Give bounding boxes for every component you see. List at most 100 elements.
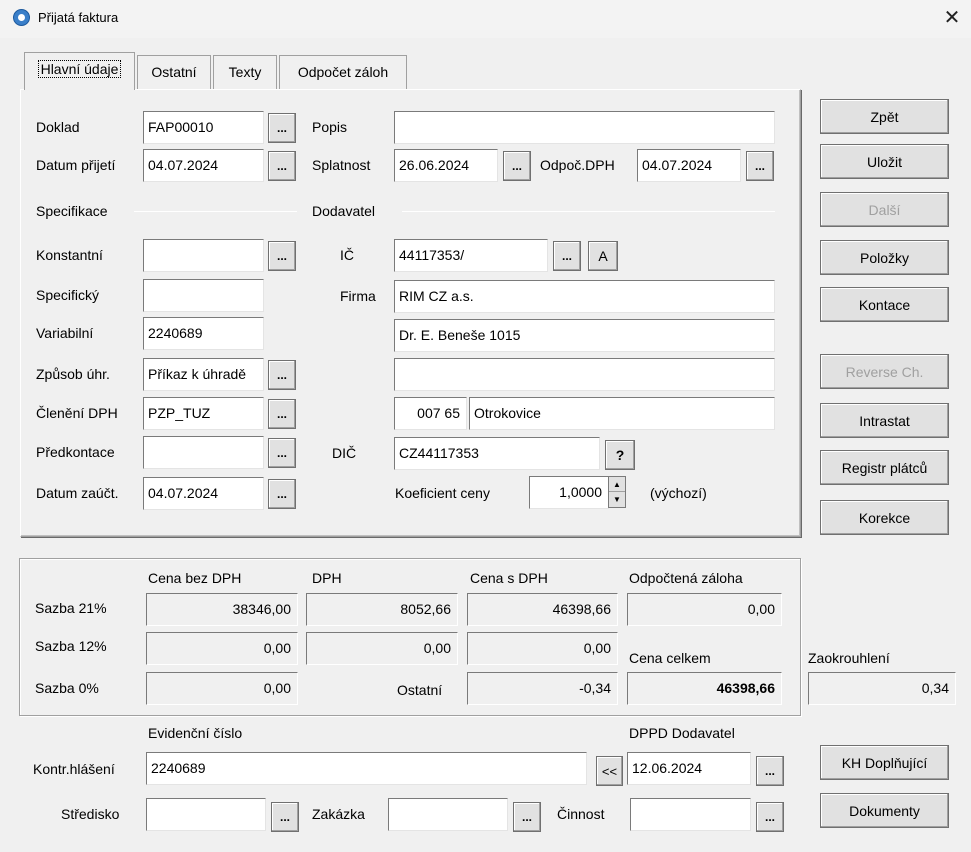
koeficient-spinner[interactable]: ▲ ▼ [608,476,626,508]
predkontace-button[interactable]: ... [268,438,296,468]
datum-prijeti-input[interactable]: 04.07.2024 [143,149,264,182]
dppd-label: DPPD Dodavatel [629,725,735,741]
ulice-input[interactable]: Dr. E. Beneše 1015 [394,319,775,352]
sazba-21-label: Sazba 21% [35,600,107,616]
doklad-browse-button[interactable]: ... [268,113,296,143]
predkontace-input[interactable] [143,436,264,469]
ostatni-value: -0,34 [467,672,618,705]
cena-celkem-value: 46398,66 [627,672,782,705]
s-dph-12: 0,00 [467,632,618,665]
variabilni-label: Variabilní [36,325,94,341]
odpoc-dph-button[interactable]: ... [746,151,774,181]
cleneni-dph-button[interactable]: ... [268,399,296,429]
close-icon[interactable]: ✕ [938,4,966,32]
datum-zauct-input[interactable]: 04.07.2024 [143,477,264,510]
mesto-input[interactable]: Otrokovice [469,397,775,430]
datum-prijeti-label: Datum přijetí [36,157,116,173]
tab-odpocet-zaloh[interactable]: Odpočet záloh [279,55,407,89]
registr-platcu-button[interactable]: Registr plátců [820,450,949,485]
zakazka-button[interactable]: ... [513,802,541,832]
spin-up-icon[interactable]: ▲ [609,477,625,492]
kontr-hlaseni-label: Kontr.hlášení [33,761,115,777]
doklad-label: Doklad [36,119,80,135]
konstantni-button[interactable]: ... [268,241,296,271]
ulozit-button[interactable]: Uložit [820,144,949,179]
datum-prijeti-button[interactable]: ... [268,151,296,181]
dodavatel-label: Dodavatel [312,203,376,219]
adresa2-input[interactable] [394,358,775,391]
window-title: Přijatá faktura [38,10,119,25]
ic-browse-button[interactable]: ... [553,241,581,271]
ic-input[interactable]: 44117353/ [394,239,548,272]
sazba-12-label: Sazba 12% [35,638,107,654]
copy-evid-button[interactable]: << [596,756,623,786]
header-cena-bez-dph: Cena bez DPH [148,570,242,586]
splatnost-input[interactable]: 26.06.2024 [394,149,498,182]
zpusob-uhrady-label: Způsob úhr. [36,366,110,382]
doklad-input[interactable]: FAP00010 [143,111,264,144]
odpoc-dph-input[interactable]: 04.07.2024 [637,149,741,182]
kontace-button[interactable]: Kontace [820,287,949,322]
polozky-button[interactable]: Položky [820,240,949,275]
zakazka-input[interactable] [388,798,508,831]
zpusob-uhrady-button[interactable]: ... [268,360,296,390]
cinnost-input[interactable] [630,798,751,831]
cinnost-button[interactable]: ... [756,802,784,832]
kh-doplnujici-button[interactable]: KH Doplňující [820,745,949,780]
korekce-button[interactable]: Korekce [820,500,949,535]
sazba-0-label: Sazba 0% [35,680,99,696]
splatnost-label: Splatnost [312,157,371,173]
bez-dph-21: 38346,00 [146,593,298,626]
konstantni-label: Konstantní [36,247,103,263]
intrastat-button[interactable]: Intrastat [820,403,949,438]
konstantni-input[interactable] [143,239,264,272]
datum-zauct-button[interactable]: ... [268,479,296,509]
dodavatel-separator [402,211,775,212]
tab-ostatni[interactable]: Ostatní [137,55,211,89]
stredisko-input[interactable] [146,798,266,831]
specificky-label: Specifický [36,287,100,303]
specificky-input[interactable] [143,279,264,312]
kontr-hlaseni-input[interactable]: 2240689 [146,752,587,785]
header-cena-s-dph: Cena s DPH [470,570,548,586]
s-dph-21: 46398,66 [467,593,618,626]
firma-label: Firma [340,288,376,304]
dph-12: 0,00 [306,632,458,665]
tab-hlavni-udaje[interactable]: Hlavní údaje [24,52,135,90]
dalsi-button[interactable]: Další [820,192,949,227]
firma-input[interactable]: RIM CZ a.s. [394,280,775,313]
vychozi-label: (výchozí) [650,485,707,501]
dic-check-button[interactable]: ? [605,440,635,470]
stredisko-button[interactable]: ... [271,802,299,832]
cleneni-dph-input[interactable]: PZP_TUZ [143,397,264,430]
spin-down-icon[interactable]: ▼ [609,492,625,507]
dokumenty-button[interactable]: Dokumenty [820,793,949,828]
ares-button[interactable]: A [588,241,618,271]
datum-zauct-label: Datum zaúčt. [36,485,119,501]
bez-dph-0: 0,00 [146,672,298,705]
dppd-button[interactable]: ... [756,756,784,786]
header-odpoctena-zaloha: Odpočtená záloha [629,570,743,586]
tab-texty[interactable]: Texty [213,55,277,89]
stredisko-label: Středisko [61,806,120,822]
koeficient-label: Koeficient ceny [395,485,490,501]
popis-label: Popis [312,119,348,135]
dic-input[interactable]: CZ44117353 [394,437,600,470]
popis-input[interactable] [394,111,775,144]
splatnost-button[interactable]: ... [503,151,531,181]
cinnost-label: Činnost [557,806,605,822]
dppd-input[interactable]: 12.06.2024 [627,752,751,785]
bez-dph-12: 0,00 [146,632,298,665]
dic-label: DIČ [332,445,357,461]
variabilni-input[interactable]: 2240689 [143,317,264,350]
specifikace-label: Specifikace [36,203,108,219]
zpet-button[interactable]: Zpět [820,99,949,134]
dph-21: 8052,66 [306,593,458,626]
zpusob-uhrady-input[interactable]: Příkaz k úhradě [143,358,264,391]
ostatni-label: Ostatní [397,682,443,698]
zakazka-label: Zakázka [312,806,365,822]
psc-input[interactable]: 007 65 [394,397,467,430]
odpoctena-zaloha-value: 0,00 [627,593,782,626]
koeficient-input[interactable]: 1,0000 [529,476,609,509]
reverse-charge-button[interactable]: Reverse Ch. [820,354,949,389]
